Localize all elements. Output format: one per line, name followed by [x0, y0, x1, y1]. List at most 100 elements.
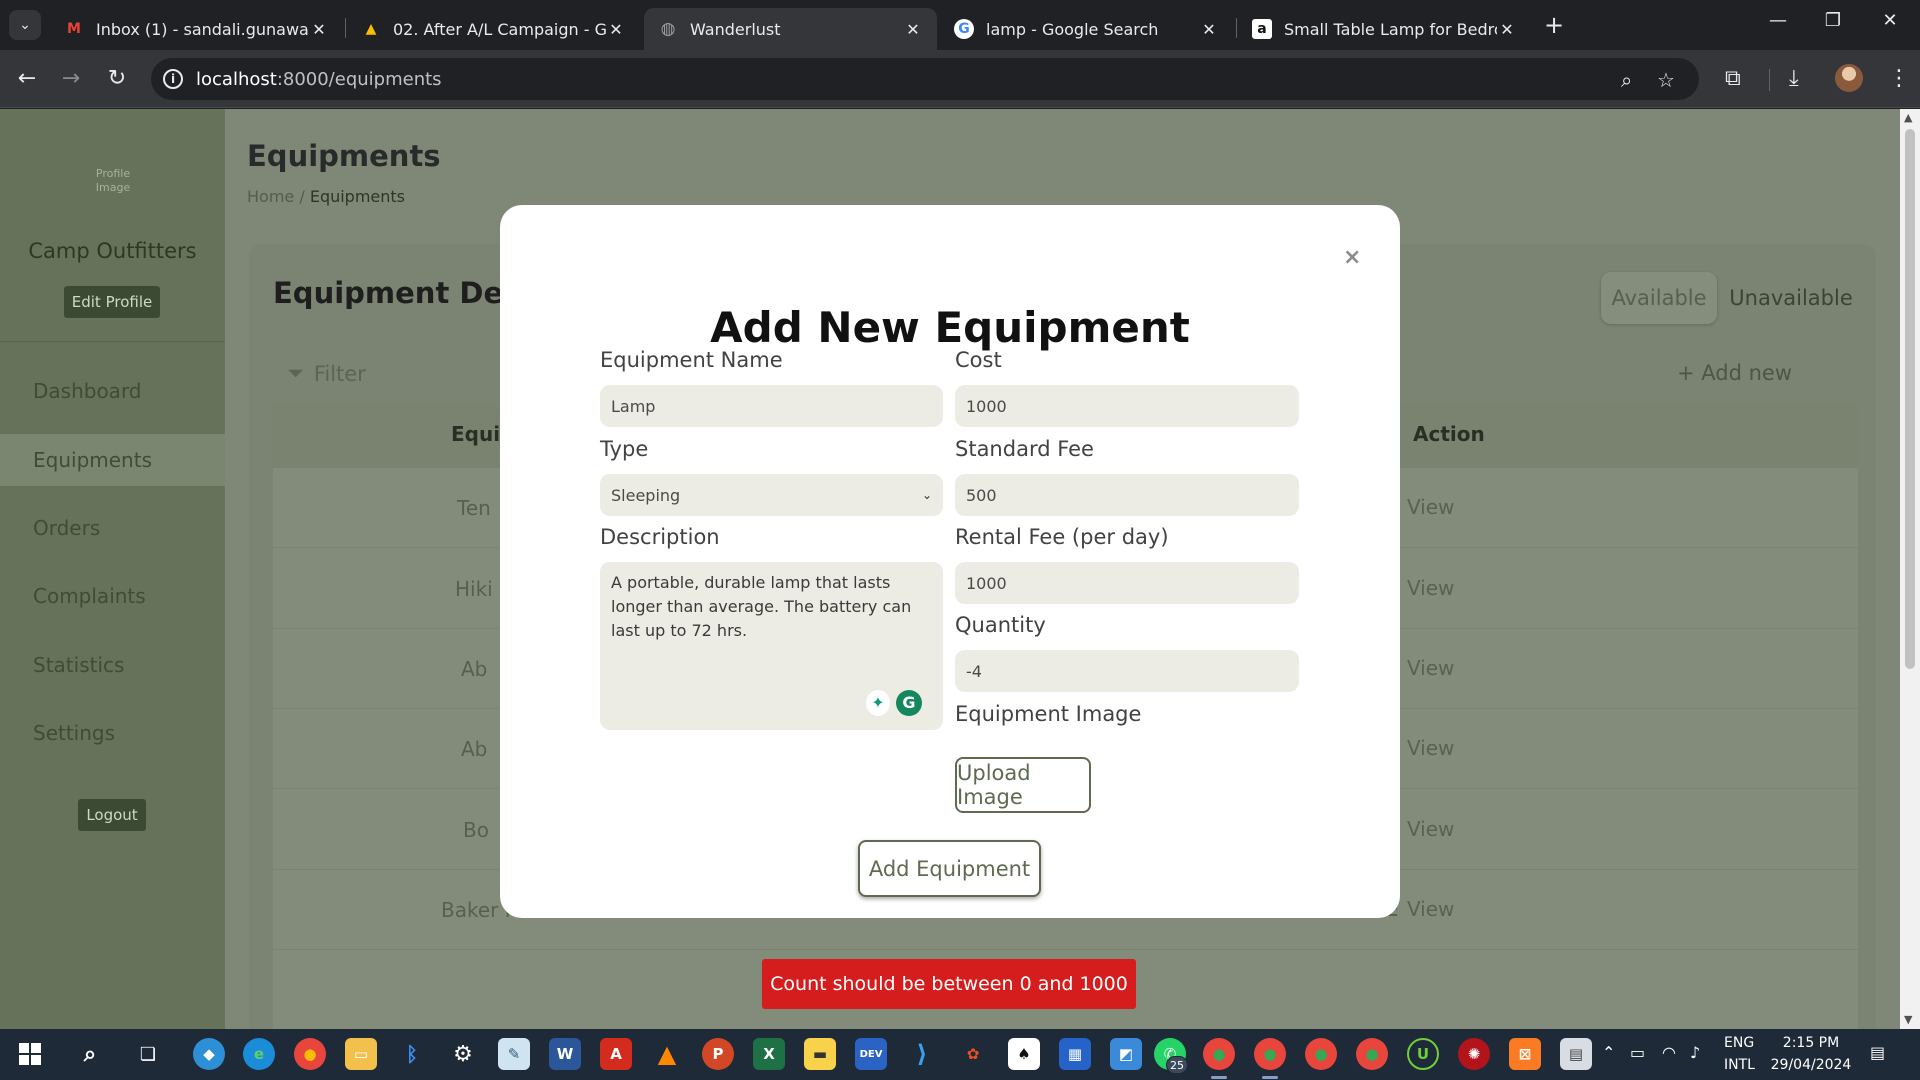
solitaire-icon[interactable]: ♠	[1008, 1038, 1040, 1070]
add-new-button[interactable]: + Add new	[1677, 361, 1792, 385]
close-tab-icon[interactable]: ✕	[1497, 20, 1517, 39]
profile-avatar[interactable]	[1835, 64, 1863, 92]
sidebar-item-equipments[interactable]: Equipments	[0, 434, 225, 486]
equipment-name-input[interactable]: Lamp	[600, 385, 943, 427]
volume-icon[interactable]: ♪	[1690, 1043, 1700, 1062]
site-info-icon[interactable]: i	[163, 69, 183, 89]
back-arrow-icon[interactable]: ←	[13, 64, 41, 92]
photos-icon[interactable]: ◩	[1110, 1038, 1142, 1070]
edit-profile-button[interactable]: Edit Profile	[64, 286, 160, 318]
task-view-icon[interactable]: ❏	[132, 1038, 164, 1070]
vlc-icon[interactable]: ▲	[651, 1038, 683, 1070]
menu-kebab-icon[interactable]: ⋮	[1888, 66, 1910, 91]
input-language[interactable]: ENG INTL	[1724, 1032, 1755, 1076]
scrollbar-thumb[interactable]	[1905, 129, 1915, 669]
add-equipment-button[interactable]: Add Equipment	[858, 840, 1041, 897]
sidebar-item-label: Statistics	[33, 653, 125, 677]
browser-tab-drive[interactable]: ▲ 02. After A/L Campaign - Google ✕	[347, 8, 640, 50]
minimize-icon[interactable]: —	[1758, 10, 1798, 31]
quantity-input[interactable]: -4	[955, 650, 1299, 692]
browser-tab-wanderlust[interactable]: ◍ Wanderlust ✕	[644, 8, 937, 50]
scroll-up-arrow-icon[interactable]: ▲	[1904, 111, 1912, 124]
available-tab[interactable]: Available	[1601, 272, 1717, 324]
clock-time: 2:15 PM	[1782, 1035, 1840, 1051]
devc-icon[interactable]: DEV	[855, 1038, 887, 1070]
zoom-icon[interactable]: ⌕	[1621, 68, 1632, 92]
cost-input[interactable]: 1000	[955, 385, 1299, 427]
close-tab-icon[interactable]: ✕	[1199, 20, 1219, 39]
rental-fee-input[interactable]: 1000	[955, 562, 1299, 604]
forward-arrow-icon[interactable]: →	[57, 64, 85, 92]
notification-icon[interactable]: ▤	[1870, 1043, 1885, 1062]
chrome-profile-icon[interactable]: ●	[1254, 1038, 1286, 1070]
edge-icon[interactable]: e	[243, 1038, 275, 1070]
sidebar-item-complaints[interactable]: Complaints	[0, 570, 225, 622]
extensions-icon[interactable]: ⧉	[1725, 66, 1741, 91]
modal-close-icon[interactable]: ×	[1343, 245, 1361, 270]
description-textarea[interactable]: A portable, durable lamp that lasts long…	[600, 562, 943, 730]
download-icon[interactable]: ⤓	[1789, 66, 1799, 91]
breadcrumb: Home / Equipments	[247, 187, 405, 206]
docker-icon[interactable]: ◆	[193, 1038, 225, 1070]
file-manager-icon[interactable]: ▤	[1560, 1038, 1592, 1070]
chrome-icon[interactable]: ●	[294, 1038, 326, 1070]
standard-fee-input[interactable]: 500	[955, 474, 1299, 516]
close-tab-icon[interactable]: ✕	[903, 20, 923, 39]
restore-icon[interactable]: ❐	[1813, 10, 1853, 31]
logout-button[interactable]: Logout	[78, 799, 146, 831]
grammarly-icon[interactable]: G	[896, 690, 922, 716]
xampp-icon[interactable]: ⊠	[1509, 1038, 1541, 1070]
chrome-profile-icon[interactable]: ●	[1305, 1038, 1337, 1070]
type-select[interactable]: Sleeping ⌄	[600, 474, 943, 516]
figma-icon[interactable]: ✿	[957, 1038, 989, 1070]
window-close-icon[interactable]: ✕	[1870, 10, 1910, 31]
sticky-notes-icon[interactable]: ▬	[804, 1038, 836, 1070]
url-text[interactable]: localhost:8000/equipments	[196, 69, 442, 90]
browser-tab-amazon[interactable]: a Small Table Lamp for Bedroom ✕	[1238, 8, 1531, 50]
tab-separator	[345, 18, 346, 38]
chrome-profile-icon[interactable]: ●	[1356, 1038, 1388, 1070]
browser-tab-gmail[interactable]: M Inbox (1) - sandali.gunawardena ✕	[50, 8, 343, 50]
search-icon[interactable]: ⌕	[74, 1038, 106, 1070]
battery-icon[interactable]: ▭	[1630, 1043, 1645, 1062]
unavailable-tab[interactable]: Unavailable	[1723, 272, 1859, 324]
acrobat-icon[interactable]: A	[600, 1038, 632, 1070]
grammarly-suggestion-icon[interactable]: ✦	[866, 690, 890, 716]
sidebar-item-label: Equipments	[33, 448, 152, 472]
page-scrollbar[interactable]: ▲ ▼	[1900, 109, 1920, 1029]
sidebar-item-statistics[interactable]: Statistics	[0, 639, 225, 691]
powerpoint-icon[interactable]: P	[702, 1038, 734, 1070]
clock[interactable]: 2:15 PM 29/04/2024	[1770, 1032, 1852, 1076]
sidebar-item-orders[interactable]: Orders	[0, 502, 225, 554]
calendar-icon[interactable]: ▦	[1059, 1038, 1091, 1070]
breadcrumb-home-link[interactable]: Home	[247, 187, 294, 206]
chrome-profile-icon[interactable]: ●	[1203, 1038, 1235, 1070]
upload-image-button[interactable]: Upload Image	[955, 757, 1091, 813]
close-tab-icon[interactable]: ✕	[309, 20, 329, 39]
file-explorer-icon[interactable]: ▭	[345, 1038, 377, 1070]
sidebar-item-settings[interactable]: Settings	[0, 707, 225, 759]
bookmark-star-icon[interactable]: ☆	[1657, 68, 1675, 92]
close-tab-icon[interactable]: ✕	[606, 20, 626, 39]
browser-toolbar: ← → ↻ i localhost:8000/equipments ⌕ ☆ ⧉ …	[0, 50, 1920, 108]
browser-tab-google-search[interactable]: G lamp - Google Search ✕	[940, 8, 1233, 50]
notes-app-icon[interactable]: ✎	[498, 1038, 530, 1070]
windows-start-icon[interactable]	[14, 1038, 46, 1070]
security-app-icon[interactable]: ✺	[1458, 1038, 1490, 1070]
word-icon[interactable]: W	[549, 1038, 581, 1070]
upwork-icon[interactable]: U	[1407, 1038, 1439, 1070]
tray-chevron-up-icon[interactable]: ⌃	[1602, 1043, 1615, 1062]
sidebar-item-dashboard[interactable]: Dashboard	[0, 365, 225, 417]
tab-search-button[interactable]: ⌄	[9, 10, 41, 40]
scroll-down-arrow-icon[interactable]: ▼	[1904, 1013, 1912, 1026]
view-label: View	[1406, 656, 1455, 680]
reload-icon[interactable]: ↻	[103, 64, 131, 92]
filter-button[interactable]: ⏷ Filter	[287, 361, 366, 386]
bluetooth-icon[interactable]: ᛒ	[396, 1038, 428, 1070]
excel-icon[interactable]: X	[753, 1038, 785, 1070]
vscode-icon[interactable]: ⟩	[906, 1038, 938, 1070]
new-tab-button[interactable]: +	[1544, 12, 1564, 38]
address-bar[interactable]: i localhost:8000/equipments ⌕ ☆	[151, 58, 1699, 100]
settings-gear-icon[interactable]: ⚙	[447, 1038, 479, 1070]
wifi-icon[interactable]: ◠	[1662, 1043, 1676, 1062]
